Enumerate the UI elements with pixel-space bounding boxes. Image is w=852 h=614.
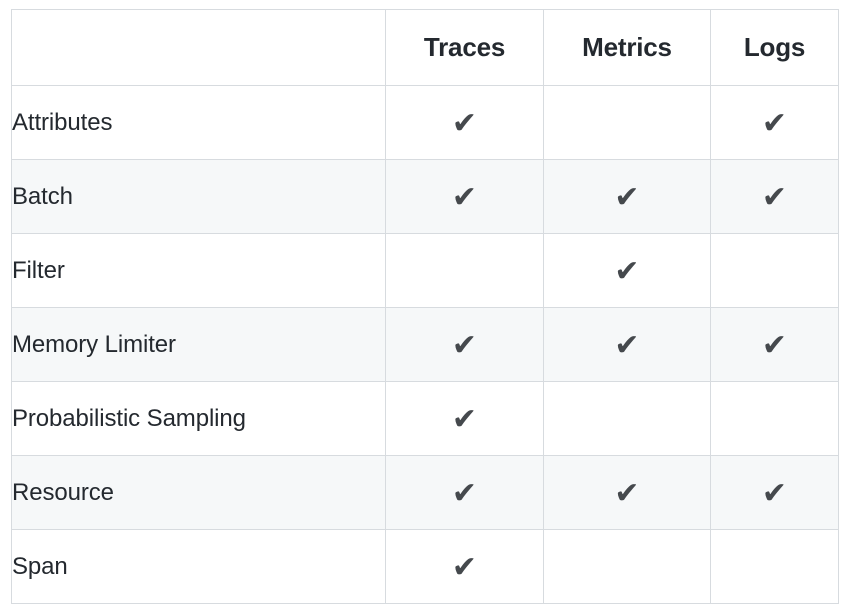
cell-traces: ✔ xyxy=(385,529,544,604)
cell-traces: ✔ xyxy=(385,159,544,234)
cell-metrics xyxy=(543,529,711,604)
row-label-memory-limiter: Memory Limiter xyxy=(11,307,386,382)
check-icon: ✔ xyxy=(761,105,788,141)
table-row: Resource ✔ ✔ ✔ xyxy=(11,455,839,530)
cell-traces: ✔ xyxy=(385,455,544,530)
table-row: Batch ✔ ✔ ✔ xyxy=(11,159,839,234)
check-icon: ✔ xyxy=(614,253,640,289)
row-label-resource: Resource xyxy=(11,455,386,530)
cell-traces xyxy=(385,233,544,308)
cell-logs: ✔ xyxy=(710,307,839,382)
check-icon: ✔ xyxy=(451,105,478,141)
check-icon: ✔ xyxy=(451,549,478,585)
page-root: Traces Metrics Logs Attributes ✔ ✔ Batch ✔ ✔ ✔… xyxy=(0,0,852,614)
table-row: Span ✔ xyxy=(11,529,839,604)
table-row: Probabilistic Sampling ✔ xyxy=(11,381,839,456)
cell-traces: ✔ xyxy=(385,85,544,160)
table-row: Attributes ✔ ✔ xyxy=(11,85,839,160)
check-icon: ✔ xyxy=(451,401,478,437)
check-icon: ✔ xyxy=(614,179,640,215)
table-row: Filter ✔ xyxy=(11,233,839,308)
check-icon: ✔ xyxy=(451,475,478,511)
cell-logs: ✔ xyxy=(710,455,839,530)
row-label-batch: Batch xyxy=(11,159,386,234)
check-icon: ✔ xyxy=(451,179,478,215)
cell-metrics: ✔ xyxy=(543,307,711,382)
cell-metrics xyxy=(543,381,711,456)
row-label-probabilistic-sampling: Probabilistic Sampling xyxy=(11,381,386,456)
row-label-span: Span xyxy=(11,529,386,604)
cell-logs xyxy=(710,529,839,604)
cell-logs xyxy=(710,233,839,308)
column-header-name xyxy=(11,9,386,86)
column-header-traces: Traces xyxy=(385,9,544,86)
table-header: Traces Metrics Logs xyxy=(11,9,839,86)
check-icon: ✔ xyxy=(761,475,788,511)
support-matrix-table: Traces Metrics Logs Attributes ✔ ✔ Batch ✔ ✔ ✔… xyxy=(11,9,839,604)
column-header-logs: Logs xyxy=(710,9,839,86)
cell-traces: ✔ xyxy=(385,381,544,456)
cell-metrics: ✔ xyxy=(543,233,711,308)
row-label-filter: Filter xyxy=(11,233,386,308)
check-icon: ✔ xyxy=(614,327,640,363)
check-icon: ✔ xyxy=(451,327,478,363)
column-header-metrics: Metrics xyxy=(543,9,711,86)
check-icon: ✔ xyxy=(761,179,788,215)
cell-metrics: ✔ xyxy=(543,159,711,234)
cell-metrics: ✔ xyxy=(543,455,711,530)
table-body: Attributes ✔ ✔ Batch ✔ ✔ ✔ Filter ✔ Memory Limite… xyxy=(11,85,839,604)
cell-metrics xyxy=(543,85,711,160)
cell-logs xyxy=(710,381,839,456)
cell-logs: ✔ xyxy=(710,85,839,160)
row-label-attributes: Attributes xyxy=(11,85,386,160)
table-row: Memory Limiter ✔ ✔ ✔ xyxy=(11,307,839,382)
support-matrix-container: Traces Metrics Logs Attributes ✔ ✔ Batch ✔ ✔ ✔… xyxy=(11,9,839,604)
header-row: Traces Metrics Logs xyxy=(11,9,839,86)
cell-traces: ✔ xyxy=(385,307,544,382)
cell-logs: ✔ xyxy=(710,159,839,234)
check-icon: ✔ xyxy=(761,327,788,363)
check-icon: ✔ xyxy=(614,475,640,511)
